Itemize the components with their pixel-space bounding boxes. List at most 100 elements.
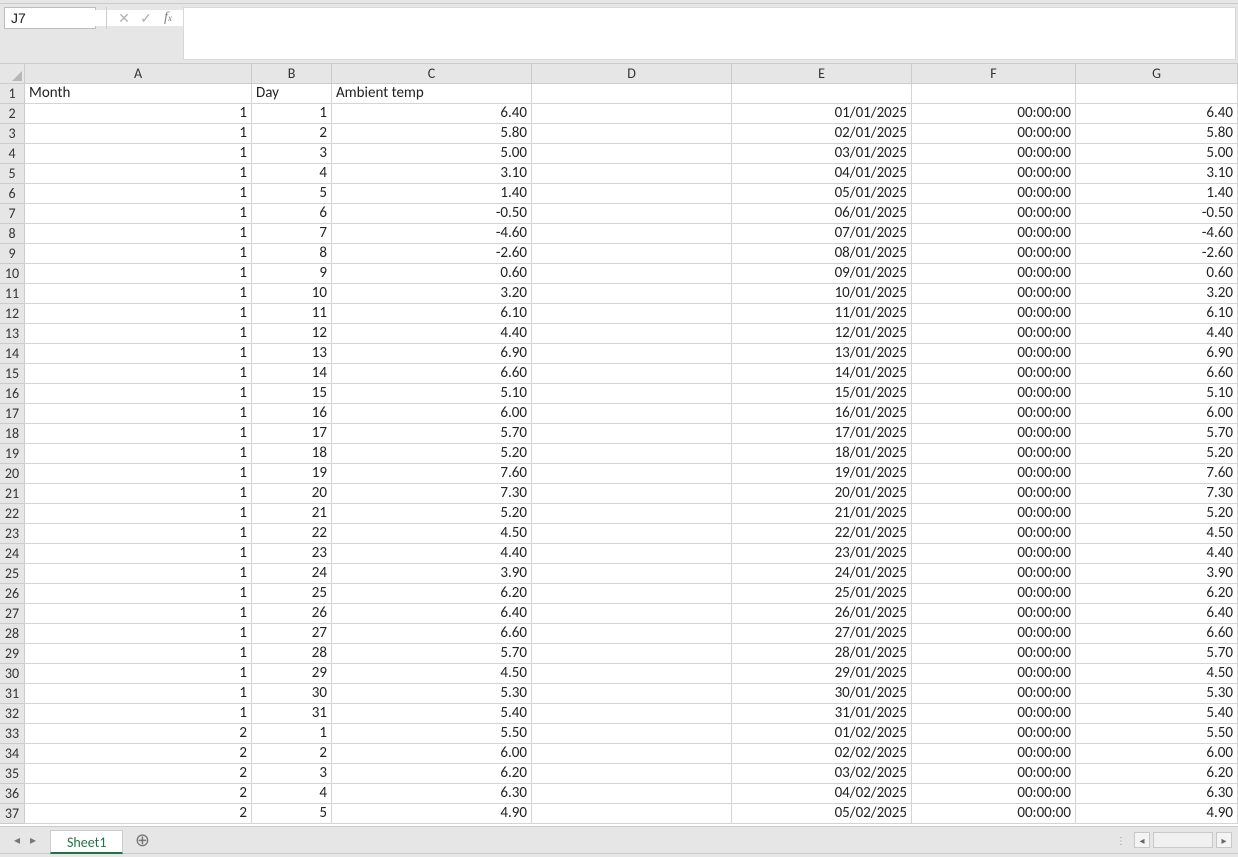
cell-F16[interactable]: 00:00:00 xyxy=(912,384,1076,404)
row-header-22[interactable]: 22 xyxy=(0,504,25,524)
cell-A26[interactable]: 1 xyxy=(25,584,252,604)
cell-F3[interactable]: 00:00:00 xyxy=(912,124,1076,144)
cell-C4[interactable]: 5.00 xyxy=(332,144,532,164)
cell-C16[interactable]: 5.10 xyxy=(332,384,532,404)
cell-B13[interactable]: 12 xyxy=(252,324,332,344)
column-header-A[interactable]: A xyxy=(25,64,252,84)
row-header-20[interactable]: 20 xyxy=(0,464,25,484)
cell-C8[interactable]: -4.60 xyxy=(332,224,532,244)
cell-B31[interactable]: 30 xyxy=(252,684,332,704)
cell-E24[interactable]: 23/01/2025 xyxy=(732,544,912,564)
row-header-17[interactable]: 17 xyxy=(0,404,25,424)
row-header-5[interactable]: 5 xyxy=(0,164,25,184)
cell-C15[interactable]: 6.60 xyxy=(332,364,532,384)
cell-F13[interactable]: 00:00:00 xyxy=(912,324,1076,344)
cell-C26[interactable]: 6.20 xyxy=(332,584,532,604)
cell-A36[interactable]: 2 xyxy=(25,784,252,804)
cell-C12[interactable]: 6.10 xyxy=(332,304,532,324)
row-header-19[interactable]: 19 xyxy=(0,444,25,464)
cell-G29[interactable]: 5.70 xyxy=(1076,644,1238,664)
cell-C21[interactable]: 7.30 xyxy=(332,484,532,504)
cell-C22[interactable]: 5.20 xyxy=(332,504,532,524)
cell-G4[interactable]: 5.00 xyxy=(1076,144,1238,164)
cell-A4[interactable]: 1 xyxy=(25,144,252,164)
row-header-24[interactable]: 24 xyxy=(0,544,25,564)
cell-G24[interactable]: 4.40 xyxy=(1076,544,1238,564)
row-header-12[interactable]: 12 xyxy=(0,304,25,324)
cell-C11[interactable]: 3.20 xyxy=(332,284,532,304)
cell-F19[interactable]: 00:00:00 xyxy=(912,444,1076,464)
cell-C35[interactable]: 6.20 xyxy=(332,764,532,784)
cell-F5[interactable]: 00:00:00 xyxy=(912,164,1076,184)
cell-B18[interactable]: 17 xyxy=(252,424,332,444)
scroll-track[interactable] xyxy=(1153,832,1213,848)
cell-B19[interactable]: 18 xyxy=(252,444,332,464)
cell-E16[interactable]: 15/01/2025 xyxy=(732,384,912,404)
cell-D8[interactable] xyxy=(532,224,732,244)
cell-G12[interactable]: 6.10 xyxy=(1076,304,1238,324)
cell-G31[interactable]: 5.30 xyxy=(1076,684,1238,704)
cell-A32[interactable]: 1 xyxy=(25,704,252,724)
cell-C29[interactable]: 5.70 xyxy=(332,644,532,664)
cell-B17[interactable]: 16 xyxy=(252,404,332,424)
cell-F10[interactable]: 00:00:00 xyxy=(912,264,1076,284)
cell-A23[interactable]: 1 xyxy=(25,524,252,544)
cell-G20[interactable]: 7.60 xyxy=(1076,464,1238,484)
cell-G23[interactable]: 4.50 xyxy=(1076,524,1238,544)
cell-A28[interactable]: 1 xyxy=(25,624,252,644)
cell-A30[interactable]: 1 xyxy=(25,664,252,684)
cell-D35[interactable] xyxy=(532,764,732,784)
cell-D4[interactable] xyxy=(532,144,732,164)
cell-C13[interactable]: 4.40 xyxy=(332,324,532,344)
cell-D36[interactable] xyxy=(532,784,732,804)
cell-E15[interactable]: 14/01/2025 xyxy=(732,364,912,384)
row-header-9[interactable]: 9 xyxy=(0,244,25,264)
row-header-31[interactable]: 31 xyxy=(0,684,25,704)
cell-G14[interactable]: 6.90 xyxy=(1076,344,1238,364)
cell-G10[interactable]: 0.60 xyxy=(1076,264,1238,284)
cell-D17[interactable] xyxy=(532,404,732,424)
tab-nav-prev-icon[interactable]: ◂ xyxy=(10,833,24,848)
cell-D11[interactable] xyxy=(532,284,732,304)
cell-C10[interactable]: 0.60 xyxy=(332,264,532,284)
cell-C1[interactable]: Ambient temp xyxy=(332,84,532,104)
cell-E23[interactable]: 22/01/2025 xyxy=(732,524,912,544)
cell-C37[interactable]: 4.90 xyxy=(332,804,532,824)
name-box[interactable]: ▾ xyxy=(4,7,96,29)
cell-C33[interactable]: 5.50 xyxy=(332,724,532,744)
cell-G2[interactable]: 6.40 xyxy=(1076,104,1238,124)
cell-E11[interactable]: 10/01/2025 xyxy=(732,284,912,304)
cell-D30[interactable] xyxy=(532,664,732,684)
cell-G15[interactable]: 6.60 xyxy=(1076,364,1238,384)
cell-C3[interactable]: 5.80 xyxy=(332,124,532,144)
cell-B22[interactable]: 21 xyxy=(252,504,332,524)
cell-B10[interactable]: 9 xyxy=(252,264,332,284)
cell-F25[interactable]: 00:00:00 xyxy=(912,564,1076,584)
cell-F12[interactable]: 00:00:00 xyxy=(912,304,1076,324)
cell-B11[interactable]: 10 xyxy=(252,284,332,304)
cell-B34[interactable]: 2 xyxy=(252,744,332,764)
cell-F21[interactable]: 00:00:00 xyxy=(912,484,1076,504)
cell-A13[interactable]: 1 xyxy=(25,324,252,344)
cell-G5[interactable]: 3.10 xyxy=(1076,164,1238,184)
cell-E28[interactable]: 27/01/2025 xyxy=(732,624,912,644)
cell-B4[interactable]: 3 xyxy=(252,144,332,164)
cell-G6[interactable]: 1.40 xyxy=(1076,184,1238,204)
cell-E31[interactable]: 30/01/2025 xyxy=(732,684,912,704)
row-header-32[interactable]: 32 xyxy=(0,704,25,724)
cell-E32[interactable]: 31/01/2025 xyxy=(732,704,912,724)
row-header-7[interactable]: 7 xyxy=(0,204,25,224)
cell-A15[interactable]: 1 xyxy=(25,364,252,384)
row-header-25[interactable]: 25 xyxy=(0,564,25,584)
cell-F1[interactable] xyxy=(912,84,1076,104)
cell-B3[interactable]: 2 xyxy=(252,124,332,144)
cell-F17[interactable]: 00:00:00 xyxy=(912,404,1076,424)
insert-function-icon[interactable]: fx xyxy=(157,7,179,29)
cell-D23[interactable] xyxy=(532,524,732,544)
row-header-33[interactable]: 33 xyxy=(0,724,25,744)
cell-C27[interactable]: 6.40 xyxy=(332,604,532,624)
cell-E29[interactable]: 28/01/2025 xyxy=(732,644,912,664)
cell-E26[interactable]: 25/01/2025 xyxy=(732,584,912,604)
row-header-4[interactable]: 4 xyxy=(0,144,25,164)
cell-G26[interactable]: 6.20 xyxy=(1076,584,1238,604)
